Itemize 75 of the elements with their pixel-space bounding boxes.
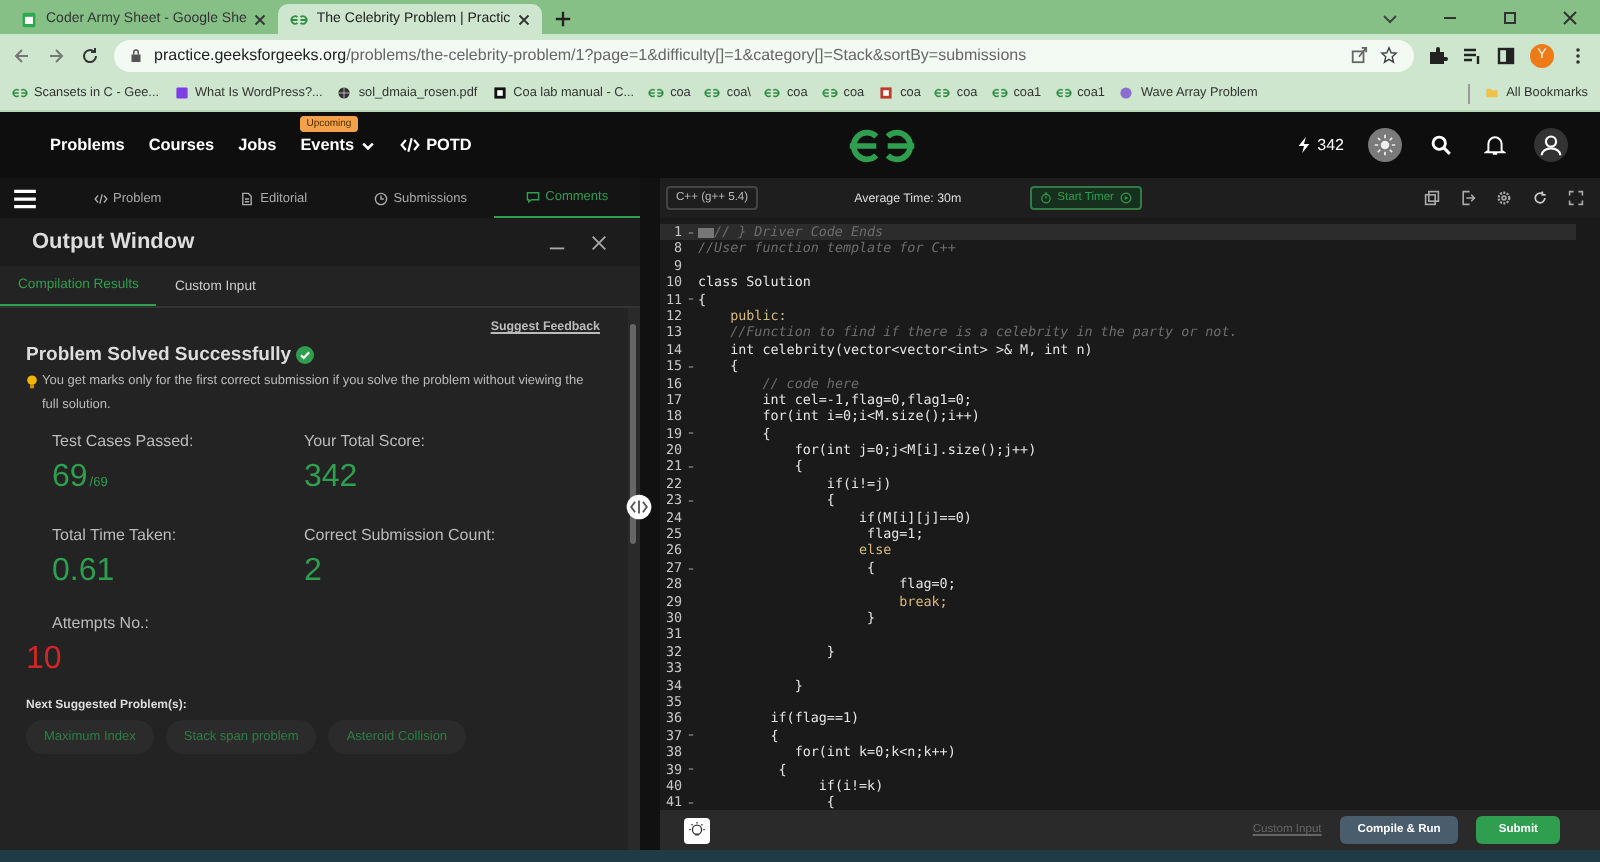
star-icon[interactable] (1380, 46, 1398, 64)
spreadsheet-icon (20, 11, 38, 27)
puzzle-icon[interactable] (1428, 45, 1448, 65)
gfg-logo-icon (648, 86, 665, 100)
gfg-logo-icon (1055, 86, 1072, 100)
comment-icon (525, 190, 540, 204)
close-icon[interactable] (1560, 8, 1580, 28)
settings-icon[interactable] (1496, 190, 1512, 206)
lightbulb-icon (26, 374, 38, 390)
gfg-logo-icon (12, 86, 28, 100)
tile-logo-icon (878, 86, 895, 100)
user-avatar-icon[interactable] (1534, 128, 1569, 162)
resize-handle-icon[interactable] (626, 494, 652, 520)
stopwatch-icon (1039, 192, 1052, 204)
gfg-logo-icon (991, 86, 1008, 100)
nav-link[interactable]: Problems (50, 136, 125, 154)
nav-link[interactable]: Courses (148, 136, 215, 154)
fold-marker-icon[interactable] (687, 565, 693, 571)
page-logo-icon (491, 86, 508, 100)
address-bar[interactable]: practice.geeksforgeeks.org/problems/the-celebrity-problem/1?page=1&difficulty[]=1&category[]=Stack&sortBy=submissions (114, 39, 1414, 71)
stat-value: 2 (304, 552, 324, 592)
bell-icon[interactable] (1484, 134, 1507, 156)
panel-title: Output Window (32, 230, 197, 254)
streak-counter[interactable]: 342 (1293, 136, 1345, 154)
close-icon[interactable] (518, 13, 531, 25)
stat-value: 342 (304, 458, 360, 498)
stat-label: Test Cases Passed: (52, 430, 196, 454)
import-icon[interactable] (1460, 190, 1476, 206)
folder-icon (1484, 86, 1501, 100)
new-tab-icon[interactable] (554, 10, 573, 28)
gfg-logo-icon (704, 86, 721, 100)
stat-value: 10 (26, 640, 64, 680)
url-text: practice.geeksforgeeks.org/problems/the-celebrity-problem/1?page=1&difficulty[]=1&category[]=Stack&sortBy=submissions (154, 46, 1029, 64)
clock-icon (373, 191, 388, 205)
lock-icon (130, 47, 142, 63)
play-icon (1120, 192, 1132, 204)
fullscreen-icon[interactable] (1568, 190, 1584, 206)
restore-icon[interactable] (1500, 8, 1520, 28)
nav-link[interactable]: Jobs (238, 136, 277, 154)
square-logo-icon (173, 86, 190, 100)
reset-icon[interactable] (1532, 190, 1548, 206)
menu-icon[interactable] (12, 187, 38, 209)
code-icon (400, 136, 421, 154)
check-circle-icon (295, 346, 314, 364)
stat-label: Your Total Score: (304, 430, 427, 454)
stat-value: 0.61 (52, 552, 117, 592)
lightning-icon (1293, 136, 1314, 154)
gfg-logo-icon (764, 86, 781, 100)
gfg-logo-icon (290, 11, 309, 27)
scrollbar[interactable] (628, 308, 640, 850)
gfg-logo-icon (934, 86, 951, 100)
nav-link[interactable]: Events (300, 136, 377, 154)
code-icon (93, 191, 108, 205)
document-icon (240, 191, 255, 205)
copy-icon[interactable] (1424, 190, 1440, 206)
reload-icon[interactable] (80, 45, 100, 65)
globe-icon (336, 86, 353, 100)
streak-count: 342 (1317, 136, 1345, 154)
close-icon[interactable] (590, 233, 608, 251)
close-icon[interactable] (254, 13, 267, 25)
status-heading: Problem Solved Successfully (26, 344, 292, 366)
back-icon[interactable] (12, 45, 32, 65)
search-icon[interactable] (1430, 134, 1453, 156)
stat-label: Total Time Taken: (52, 524, 179, 548)
side-panel-icon[interactable] (1496, 45, 1516, 65)
forward-icon[interactable] (46, 45, 66, 65)
stat-label: Correct Submission Count: (304, 524, 498, 548)
sun-icon[interactable] (1368, 128, 1403, 162)
nav-link[interactable]: POTD (400, 136, 472, 154)
list-icon[interactable] (1462, 45, 1482, 65)
lightbulb-icon[interactable] (684, 817, 710, 843)
stat-label: Attempts No.: (52, 612, 151, 636)
gfg-logo-icon (821, 86, 838, 100)
share-icon[interactable] (1350, 46, 1368, 64)
round-logo-icon (1118, 86, 1135, 100)
